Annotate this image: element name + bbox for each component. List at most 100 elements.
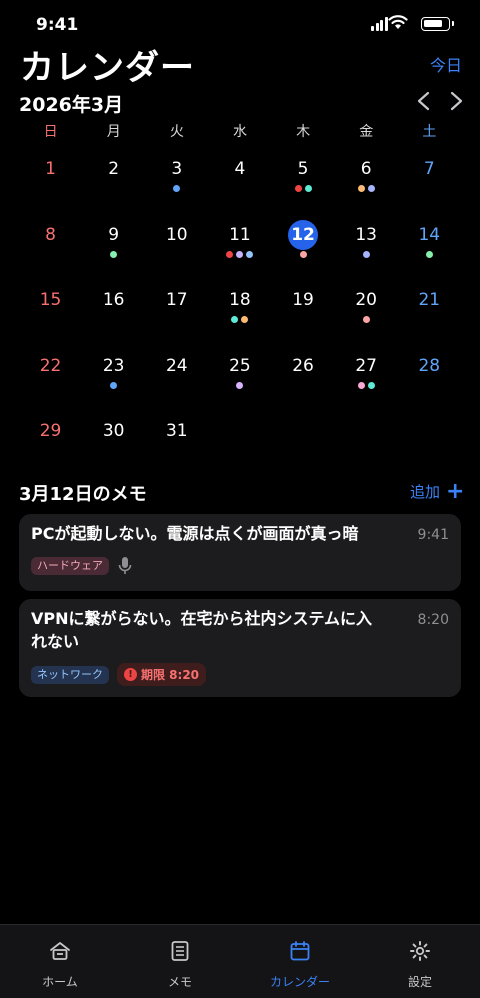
calendar-day-empty [208, 412, 271, 478]
calendar-day[interactable]: 13 [335, 216, 398, 282]
tab-calendar[interactable]: カレンダー [240, 925, 360, 998]
event-dots [335, 185, 398, 192]
day-number: 17 [165, 290, 188, 310]
day-number: 24 [165, 355, 188, 376]
calendar-icon [290, 941, 310, 961]
day-number: 20 [355, 290, 377, 310]
calendar-day[interactable]: 8 [19, 216, 82, 282]
plus-icon: + [446, 478, 465, 504]
memo-section-title: 3月12日のメモ [19, 484, 147, 505]
battery-icon [421, 17, 454, 31]
calendar-week: 15 16 17 18 19 20 21 [19, 281, 461, 347]
day-number: 9 [108, 224, 120, 245]
gear-icon [410, 941, 430, 961]
event-dots [208, 316, 271, 323]
day-number: 12 [288, 219, 319, 250]
memo-card[interactable]: VPNに繋がらない。在宅から社内システムに入れない 8:20 ネットワーク ! … [19, 599, 461, 697]
calendar-day[interactable]: 29 [19, 412, 82, 478]
event-dot [226, 250, 234, 258]
calendar-day[interactable]: 24 [145, 347, 208, 413]
day-number: 25 [229, 355, 251, 376]
status-time: 9:41 [36, 15, 79, 35]
calendar-day[interactable]: 27 [335, 347, 398, 413]
calendar-day[interactable]: 14 [398, 216, 461, 282]
calendar-day[interactable]: 5 [272, 150, 335, 216]
calendar-day-empty [272, 412, 335, 478]
chevron-right-icon[interactable] [447, 91, 465, 111]
calendar-day[interactable]: 9 [82, 216, 145, 282]
add-memo-button[interactable]: 追加 + [410, 478, 465, 504]
day-number: 30 [102, 421, 125, 441]
category-tag: ハードウェア [31, 557, 109, 575]
day-number: 1 [45, 159, 56, 179]
calendar-day[interactable]: 26 [272, 347, 335, 413]
calendar-grid: 1 2 3 4 5 6 7 8 9 10 11 12 13 14 15 16 17 18 19 20 21 22 23 24 2… [19, 150, 461, 478]
day-number: 21 [418, 290, 441, 310]
event-dot [246, 250, 254, 258]
calendar-day[interactable]: 3 [145, 150, 208, 216]
tab-memo[interactable]: メモ [120, 925, 240, 998]
day-number: 26 [292, 355, 314, 376]
day-number: 31 [165, 421, 188, 441]
weekday-label: 土 [422, 124, 437, 140]
calendar-day[interactable]: 23 [82, 347, 145, 413]
calendar-day[interactable]: 7 [398, 150, 461, 216]
calendar-day[interactable]: 21 [398, 281, 461, 347]
day-number [414, 416, 444, 446]
calendar-day[interactable]: 12 [272, 216, 335, 282]
memo-title: VPNに繋がらない。在宅から社内システムに入れない [31, 609, 373, 651]
memo-card[interactable]: PCが起動しない。電源は点くが画面が真っ暗 9:41 ハードウェア [19, 514, 461, 591]
calendar-day[interactable]: 31 [145, 412, 208, 478]
wifi-icon [388, 15, 408, 29]
calendar-day[interactable]: 4 [208, 150, 271, 216]
event-dot [362, 316, 370, 323]
day-number [351, 416, 381, 446]
day-number: 14 [418, 224, 441, 245]
event-dot [294, 185, 302, 192]
calendar-day[interactable]: 10 [145, 216, 208, 282]
tab-home[interactable]: ホーム [0, 925, 120, 998]
calendar-day[interactable]: 19 [272, 281, 335, 347]
chevron-left-icon[interactable] [415, 91, 433, 111]
memo-tags: ネットワーク ! 期限 8:20 [31, 663, 207, 686]
calendar-day[interactable]: 25 [208, 347, 271, 413]
weekday-label: 水 [232, 124, 247, 140]
calendar-day[interactable]: 30 [82, 412, 145, 478]
calendar-week: 8 9 10 11 12 13 14 [19, 216, 461, 282]
day-number: 28 [418, 355, 441, 376]
event-dot [110, 250, 118, 258]
calendar-day[interactable]: 15 [19, 281, 82, 347]
microphone-icon [118, 557, 132, 574]
event-dots [82, 250, 145, 258]
calendar-day[interactable]: 6 [335, 150, 398, 216]
calendar-day[interactable]: 2 [82, 150, 145, 216]
day-number: 15 [39, 290, 62, 310]
event-dot [236, 250, 244, 258]
tab-label: メモ [167, 975, 192, 989]
calendar-day[interactable]: 11 [208, 216, 271, 282]
calendar-day[interactable]: 20 [335, 281, 398, 347]
day-number [225, 416, 255, 446]
day-number: 6 [360, 159, 372, 179]
calendar-day[interactable]: 16 [82, 281, 145, 347]
event-dot [362, 250, 370, 258]
memo-title: PCが起動しない。電源は点くが画面が真っ暗 [31, 524, 359, 543]
calendar-day[interactable]: 17 [145, 281, 208, 347]
calendar-day[interactable]: 28 [398, 347, 461, 413]
event-dots [145, 185, 208, 192]
calendar-day-empty [398, 412, 461, 478]
day-number: 13 [355, 224, 377, 245]
today-button[interactable]: 今日 [430, 52, 462, 76]
calendar-week: 1 2 3 4 5 6 7 [19, 150, 461, 216]
tab-settings[interactable]: 設定 [360, 925, 480, 998]
calendar-day[interactable]: 22 [19, 347, 82, 413]
day-number: 18 [229, 290, 251, 310]
event-dot [357, 381, 365, 389]
day-number: 10 [165, 224, 188, 245]
calendar-day[interactable]: 1 [19, 150, 82, 216]
day-number: 19 [292, 290, 314, 310]
tab-label: 設定 [407, 975, 432, 989]
event-dots [208, 381, 271, 389]
event-dots [335, 381, 398, 389]
calendar-day[interactable]: 18 [208, 281, 271, 347]
